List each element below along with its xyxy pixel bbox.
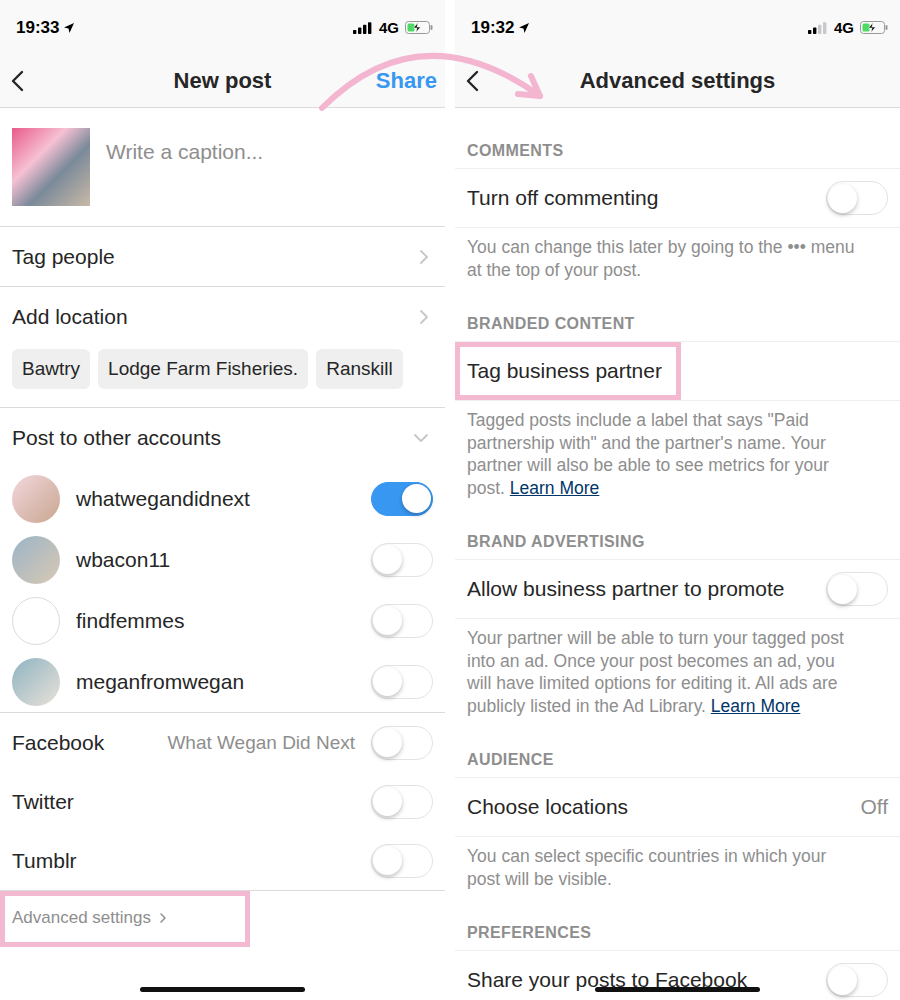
status-icons: 4G (353, 19, 433, 36)
caption-row: Write a caption... (0, 108, 445, 227)
location-chip[interactable]: Bawtry (12, 349, 90, 389)
network-label: 4G (834, 19, 854, 36)
setting-label: Allow business partner to promote (467, 577, 785, 601)
setting-note: Your partner will be able to turn your t… (455, 619, 900, 717)
home-indicator (595, 987, 760, 992)
section-header: COMMENTS (455, 108, 900, 168)
home-indicator (140, 987, 305, 992)
section-header: PREFERENCES (455, 890, 900, 950)
link-row[interactable]: Add location (0, 287, 445, 347)
location-suggestions: BawtryLodge Farm Fisheries.Ranskill (0, 347, 445, 408)
settings-section: BRAND ADVERTISING Allow business partner … (455, 499, 900, 717)
share-target-row: Facebook What Wegan Did Next (0, 713, 445, 772)
nav-bar: Advanced settings (455, 55, 900, 108)
account-row: meganfromwegan (0, 651, 445, 712)
nav-title: Advanced settings (535, 68, 820, 94)
nav-title: New post (80, 68, 365, 94)
post-thumbnail (12, 128, 90, 206)
account-name: whatwegandidnext (76, 487, 355, 511)
status-icons: 4G (808, 19, 888, 36)
chevron-right-icon (159, 912, 167, 924)
signal-icon (808, 22, 828, 34)
chevron-right-icon (419, 249, 429, 265)
location-arrow-icon (518, 22, 530, 34)
toggle[interactable] (371, 844, 433, 878)
account-row: findfemmes (0, 590, 445, 651)
share-button[interactable]: Share (365, 68, 445, 94)
toggle[interactable] (826, 181, 888, 215)
advanced-settings-link[interactable]: Advanced settings (0, 891, 250, 947)
share-target-account: What Wegan Did Next (167, 732, 355, 754)
battery-icon (860, 21, 888, 34)
setting-value: Off (860, 795, 888, 819)
location-chip[interactable]: Lodge Farm Fisheries. (98, 349, 308, 389)
settings-section: COMMENTS Turn off commenting You can chang… (455, 108, 900, 281)
account-row: wbacon11 (0, 529, 445, 590)
share-target-name: Twitter (12, 790, 355, 814)
battery-icon (405, 21, 433, 34)
location-chip[interactable]: Ranskill (316, 349, 403, 389)
share-target-name: Facebook (12, 731, 151, 755)
toggle[interactable] (371, 604, 433, 638)
settings-section: PREFERENCESShare your posts to Facebook (455, 890, 900, 1000)
network-label: 4G (379, 19, 399, 36)
accounts-list: whatwegandidnext wbacon11 findfemmes meganf… (0, 468, 445, 713)
setting-note: You can select specific countries in whi… (455, 837, 900, 890)
back-chevron-icon[interactable] (465, 70, 479, 92)
advanced-settings-screen: 19:32 4G Advanced settings COMMENTS Turn off… (455, 0, 900, 1000)
status-bar: 19:33 4G (0, 0, 445, 55)
setting-row: Share your posts to Facebook (455, 950, 900, 1000)
section-header: BRAND ADVERTISING (455, 499, 900, 559)
setting-note: You can change this later by going to th… (455, 228, 900, 281)
setting-note: Tagged posts include a label that says "… (455, 401, 900, 499)
accounts-section-header[interactable]: Post to other accounts (0, 408, 445, 468)
account-avatar (12, 658, 60, 706)
toggle[interactable] (826, 963, 888, 997)
location-arrow-icon (63, 22, 75, 34)
setting-row[interactable]: Tag business partner (455, 341, 900, 401)
setting-label: Tag business partner (455, 342, 681, 400)
account-row: whatwegandidnext (0, 468, 445, 529)
toggle[interactable] (371, 543, 433, 577)
curved-arrow-annotation (0, 0, 900, 130)
caption-input[interactable]: Write a caption... (106, 128, 263, 206)
screenshot-pair: 19:33 4G New postShare Write a caption... Ta… (0, 0, 900, 1000)
learn-more-link[interactable]: Learn More (510, 478, 600, 498)
share-target-name: Tumblr (12, 849, 355, 873)
account-name: wbacon11 (76, 548, 355, 572)
signal-icon (353, 22, 373, 34)
setting-row: Turn off commenting (455, 168, 900, 228)
account-name: findfemmes (76, 609, 355, 633)
share-targets: Facebook What Wegan Did Next Twitter Tumblr (0, 713, 445, 891)
share-target-row: Twitter (0, 772, 445, 831)
toggle[interactable] (371, 726, 433, 760)
setting-row: Allow business partner to promote (455, 559, 900, 619)
back-chevron-icon[interactable] (10, 70, 24, 92)
link-row[interactable]: Tag people (0, 227, 445, 287)
account-avatar (12, 597, 60, 645)
new-post-screen: 19:33 4G New postShare Write a caption... Ta… (0, 0, 445, 1000)
learn-more-link[interactable]: Learn More (711, 696, 801, 716)
toggle[interactable] (826, 572, 888, 606)
chevron-down-icon (413, 433, 429, 443)
section-header: BRANDED CONTENT (455, 281, 900, 341)
settings-section: BRANDED CONTENTTag business partnerTagge… (455, 281, 900, 499)
setting-row[interactable]: Choose locations Off (455, 777, 900, 837)
settings-section: AUDIENCE Choose locations Off You can selec… (455, 717, 900, 890)
toggle[interactable] (371, 482, 433, 516)
setting-label: Turn off commenting (467, 186, 658, 210)
setting-label: Choose locations (467, 795, 628, 819)
account-avatar (12, 536, 60, 584)
section-header: AUDIENCE (455, 717, 900, 777)
status-time: 19:33 (16, 18, 75, 38)
account-name: meganfromwegan (76, 670, 355, 694)
toggle[interactable] (371, 665, 433, 699)
chevron-right-icon (419, 309, 429, 325)
account-avatar (12, 475, 60, 523)
status-time: 19:32 (471, 18, 530, 38)
status-bar: 19:32 4G (455, 0, 900, 55)
share-target-row: Tumblr (0, 831, 445, 890)
nav-bar: New postShare (0, 55, 445, 108)
toggle[interactable] (371, 785, 433, 819)
